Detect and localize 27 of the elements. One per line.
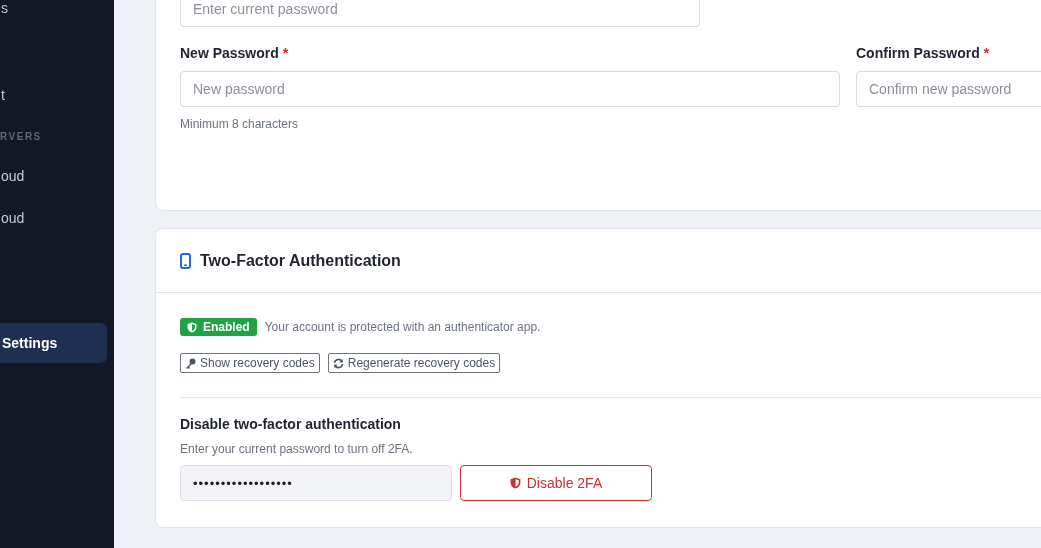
current-password-field[interactable]: Enter current password xyxy=(180,0,700,27)
show-codes-button[interactable]: Show recovery codes xyxy=(180,353,320,373)
phone-icon xyxy=(180,252,191,269)
section-title: Disable two-factor authentication xyxy=(180,416,402,432)
required-mark: * xyxy=(983,45,990,61)
key-icon xyxy=(185,357,196,369)
sidebar-item[interactable]: s xyxy=(0,0,114,16)
card-title: Two-Factor Authentication xyxy=(200,251,401,270)
refresh-icon xyxy=(332,357,344,369)
field-label: Confirm Password * xyxy=(856,45,991,61)
sidebar-item[interactable]: oud xyxy=(0,168,114,184)
sidebar-item[interactable]: t xyxy=(0,87,114,103)
hint-text: Minimum 8 characters xyxy=(180,117,300,131)
regenerate-codes-button[interactable]: Regenerate recovery codes xyxy=(327,353,501,373)
required-mark: * xyxy=(282,45,289,61)
status-badge: Enabled xyxy=(180,318,257,336)
sidebar-item[interactable]: Settings xyxy=(0,323,107,363)
sidebar-item[interactable]: oud xyxy=(0,210,114,226)
new-password-field[interactable]: New password xyxy=(180,71,840,107)
confirm-password-field[interactable]: Confirm new password xyxy=(856,71,1041,107)
password-field[interactable]: •••••••••••••••••• xyxy=(180,465,452,501)
field-label: New Password * xyxy=(180,45,290,61)
sidebar-section-label: RVERS xyxy=(0,131,43,142)
disable-2fa-button[interactable]: Disable 2FA xyxy=(460,465,652,501)
description-text: Enter your current password to turn off 2FA. xyxy=(180,442,414,456)
shield-icon xyxy=(509,477,521,489)
status-text: Your account is protected with an authenticator app. xyxy=(264,320,541,334)
